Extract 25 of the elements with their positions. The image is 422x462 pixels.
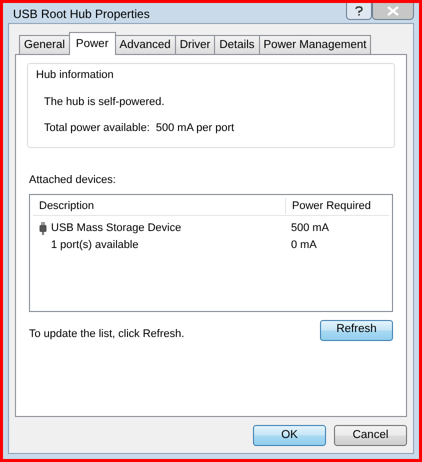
power-value: 0 mA: [290, 238, 318, 253]
question-icon: [355, 6, 363, 16]
column-header: Description: [38, 198, 96, 214]
tab[interactable]: Power Management: [258, 35, 372, 54]
tab[interactable]: Driver: [174, 35, 216, 54]
device-name: 1 port(s) available: [51, 238, 138, 253]
close-button[interactable]: [372, 3, 414, 20]
power-value: 500 mA: [290, 220, 330, 236]
refresh-button[interactable]: Refresh: [320, 320, 393, 340]
close-icon: [387, 6, 399, 16]
column-header: Power Required: [285, 198, 389, 214]
refresh-hint: To update the list, click Refresh.: [29, 326, 184, 342]
info-text: The hub is self-powered.: [44, 94, 166, 110]
tab[interactable]: Details: [214, 35, 260, 54]
tab[interactable]: General: [19, 35, 70, 54]
list-label: Attached devices:: [29, 173, 117, 188]
window-title: USB Root Hub Properties: [12, 6, 150, 23]
device-name: USB Mass Storage Device: [51, 220, 182, 236]
dialog-button[interactable]: OK: [253, 425, 326, 446]
tab[interactable]: Power: [68, 32, 116, 55]
info-text: Total power available: 500 mA per port: [44, 121, 236, 136]
group-title: Hub information: [36, 68, 115, 83]
tab[interactable]: Advanced: [114, 35, 176, 54]
dialog-button[interactable]: Cancel: [334, 425, 407, 446]
help-button[interactable]: [346, 3, 372, 20]
